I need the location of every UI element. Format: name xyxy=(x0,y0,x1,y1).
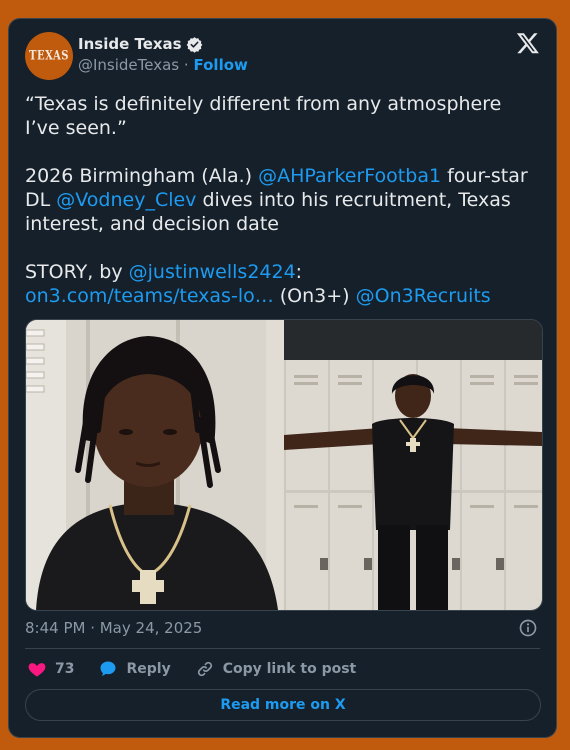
author-display-name[interactable]: Inside Texas xyxy=(78,35,182,53)
read-more-button[interactable]: Read more on X xyxy=(25,689,541,721)
author-handle[interactable]: @InsideTexas xyxy=(78,56,179,74)
link-icon xyxy=(197,661,212,677)
post-paragraph-3: STORY, by @justinwells2424: on3.com/teams… xyxy=(25,260,540,308)
copy-link-label: Copy link to post xyxy=(222,661,357,677)
post-timestamp[interactable]: 8:44 PM · May 24, 2025 xyxy=(25,619,202,637)
avatar[interactable]: TEXAS xyxy=(25,32,73,80)
like-count: 73 xyxy=(55,661,75,677)
follow-button[interactable]: Follow xyxy=(193,56,247,74)
verified-badge-icon xyxy=(186,36,202,53)
embedded-post-card: TEXAS Inside Texas @InsideTexas · Follow… xyxy=(8,18,557,738)
mention-link[interactable]: @AHParkerFootba1 xyxy=(258,165,441,187)
media-photo-lockers[interactable] xyxy=(284,320,542,610)
mention-link[interactable]: @On3Recruits xyxy=(356,285,491,307)
divider xyxy=(25,648,540,649)
like-button[interactable]: 73 xyxy=(27,659,74,679)
post-actions: 73 Reply Copy link to post xyxy=(27,659,380,679)
post-media[interactable] xyxy=(25,319,543,611)
portrait-illustration xyxy=(26,320,284,610)
heart-icon xyxy=(28,663,46,677)
media-photo-portrait[interactable] xyxy=(26,320,284,610)
speech-bubble-icon xyxy=(100,661,116,677)
reply-button[interactable]: Reply xyxy=(98,659,171,679)
post-quote: “Texas is definitely different from any … xyxy=(25,93,502,139)
mention-link[interactable]: @justinwells2424 xyxy=(129,261,296,283)
post-text-segment: : xyxy=(295,261,303,283)
post-text-segment: STORY, by xyxy=(25,261,129,283)
post-text-segment: 2026 Birmingham (Ala.) xyxy=(25,165,259,187)
handle-separator: · xyxy=(183,56,189,74)
post-text: “Texas is definitely different from any … xyxy=(25,92,540,308)
post-paragraph-2: 2026 Birmingham (Ala.) @AHParkerFootba1 … xyxy=(25,164,540,236)
post-text-segment: (On3+) xyxy=(273,285,356,307)
reply-label: Reply xyxy=(126,661,171,677)
avatar-logo-text: TEXAS xyxy=(29,48,69,64)
lockers-illustration xyxy=(284,320,542,610)
mention-link[interactable]: @Vodney_Clev xyxy=(56,189,196,211)
article-link[interactable]: on3.com/teams/texas-lo… xyxy=(25,285,274,307)
copy-link-button[interactable]: Copy link to post xyxy=(195,659,357,679)
info-icon[interactable] xyxy=(518,618,538,638)
author-handle-row: @InsideTexas · Follow xyxy=(78,56,248,74)
x-logo-icon[interactable] xyxy=(516,31,540,55)
author-name-row: Inside Texas xyxy=(78,35,203,53)
